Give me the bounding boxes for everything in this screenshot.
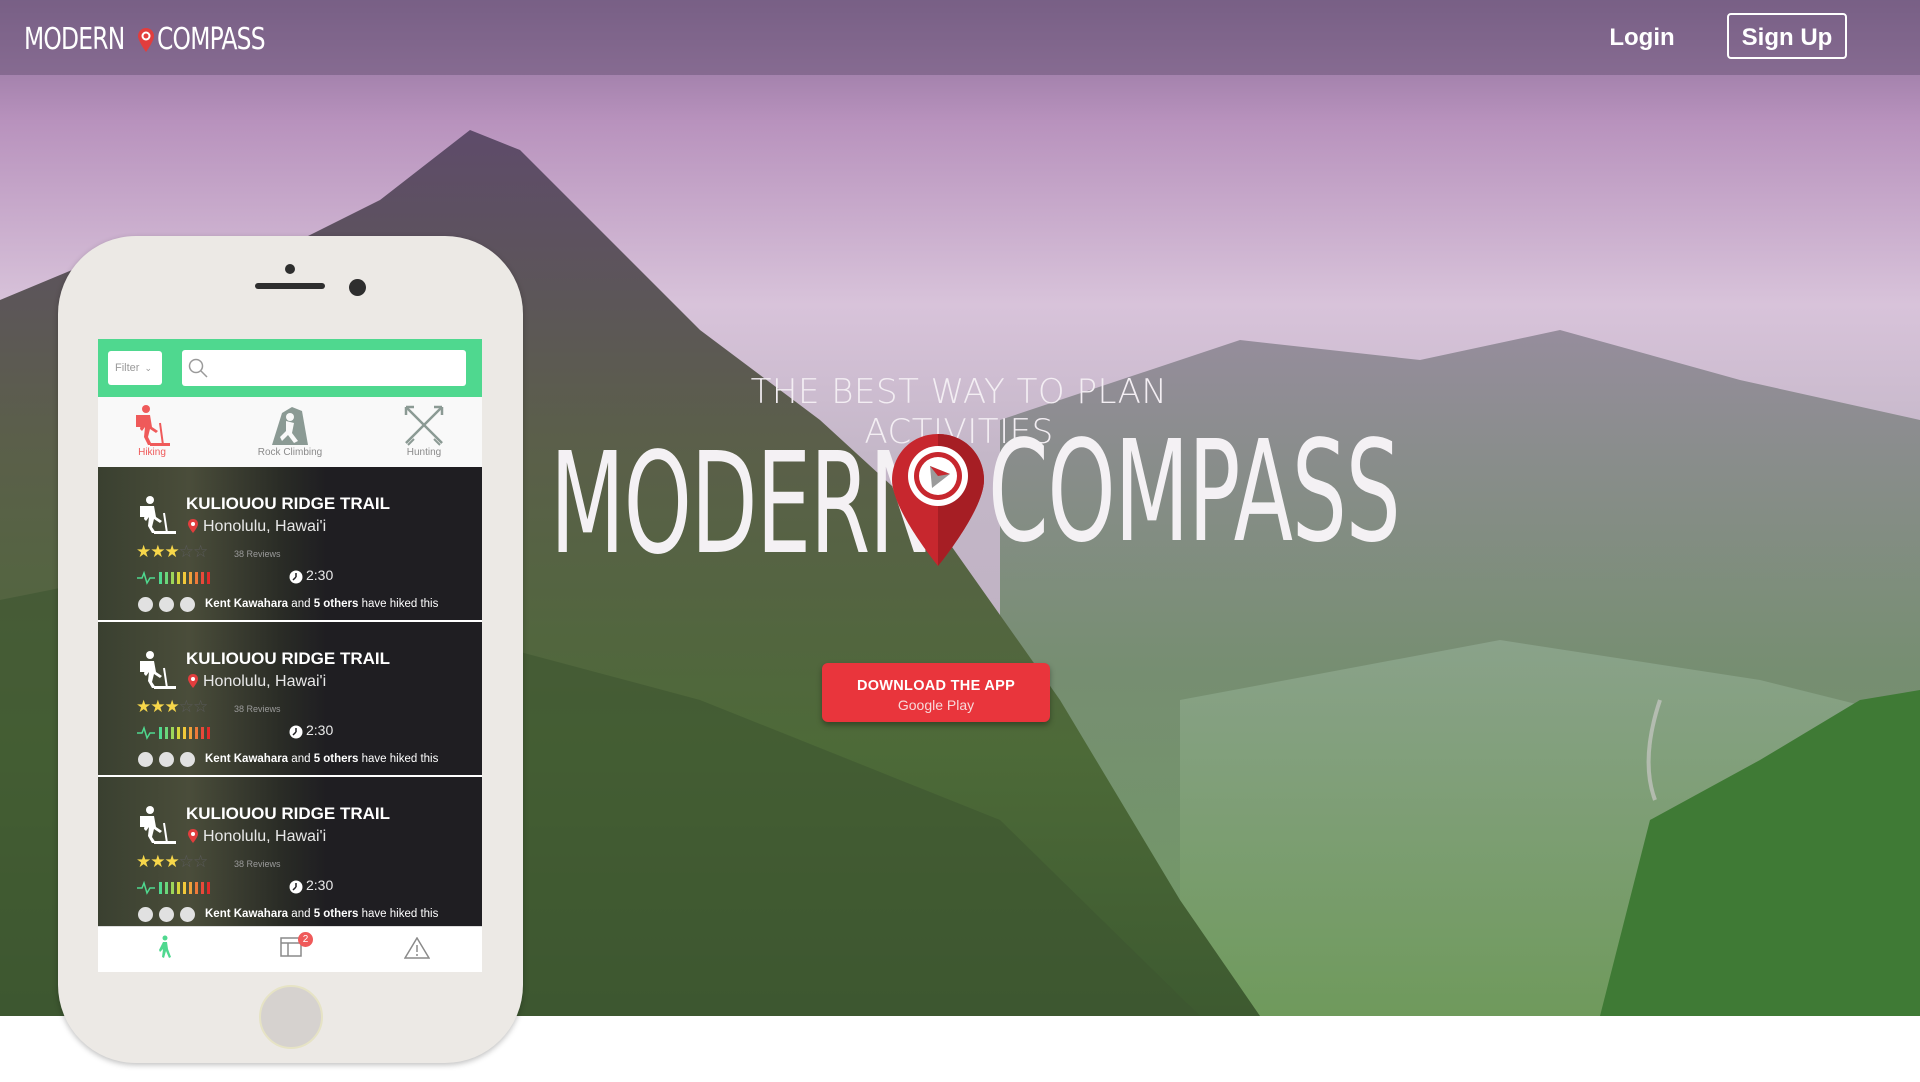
trail-card[interactable]: KULIOUOU RIDGE TRAIL Honolulu, Hawai'i ★… [98,622,482,775]
app-search-bar: Filter ⌄ [98,339,482,397]
social-proof: Kent Kawahara and 5 others have hiked th… [205,908,438,920]
clock-icon [289,570,303,584]
avatar [180,907,195,922]
star-rating: ★★★☆☆ [136,697,208,716]
category-rock-climbing[interactable]: Rock Climbing [230,403,350,458]
avatar [138,907,153,922]
trail-location: Honolulu, Hawai'i [203,518,327,535]
phone-mockup: Filter ⌄ Hiking Rock Climbing Hunting KU… [58,236,523,1063]
filter-label: Filter [115,362,140,374]
phone-home-button [259,985,323,1049]
search-icon [188,358,208,378]
climber-icon [272,407,308,445]
top-navigation-bar: MODERN COMPASS Login Sign Up [0,0,1920,75]
star-rating: ★★★☆☆ [136,852,208,871]
difficulty-meter [137,881,210,895]
category-hiking[interactable]: Hiking [98,403,212,458]
trail-duration: 2:30 [306,877,334,893]
trail-duration: 2:30 [306,722,334,738]
social-and: and [291,753,311,765]
filter-dropdown[interactable]: Filter ⌄ [108,351,162,385]
chevron-down-icon: ⌄ [144,363,153,373]
phone-screen: Filter ⌄ Hiking Rock Climbing Hunting KU… [98,339,482,972]
hiker-icon [140,496,176,534]
category-hunting-label: Hunting [406,447,442,458]
trail-name: KULIOUOU RIDGE TRAIL [186,804,390,823]
phone-camera [349,279,366,296]
header-logo[interactable]: MODERN COMPASS [24,22,295,57]
review-count: 38 Reviews [234,704,281,714]
social-proof: Kent Kawahara and 5 others have hiked th… [205,598,438,610]
location-pin-icon [188,829,198,843]
category-rock-climbing-label: Rock Climbing [257,447,323,458]
trail-location: Honolulu, Hawai'i [203,673,327,690]
social-proof: Kent Kawahara and 5 others have hiked th… [205,753,438,765]
download-app-button[interactable]: DOWNLOAD THE APP Google Play [822,663,1050,722]
crossed-arrows-icon [404,405,444,446]
category-tabs: Hiking Rock Climbing Hunting [98,397,482,467]
social-name: Kent Kawahara [205,753,289,765]
avatar [159,752,174,767]
review-count: 38 Reviews [234,549,281,559]
avatar [180,752,195,767]
hero-title-modern: MODERN [550,423,934,586]
social-others: 5 others [313,753,359,765]
app-bottom-tabbar: 2 [98,926,482,972]
google-play-label: Google Play [897,697,975,713]
avatar [180,597,195,612]
difficulty-meter [137,726,210,740]
trail-name: KULIOUOU RIDGE TRAIL [186,494,390,513]
phone-sensor [285,264,295,274]
social-and: and [291,908,311,920]
avatar [138,752,153,767]
app-search-input[interactable] [182,350,466,386]
trail-name: KULIOUOU RIDGE TRAIL [186,649,390,668]
social-tail: have hiked this [361,753,439,765]
social-tail: have hiked this [361,598,439,610]
social-others: 5 others [313,908,359,920]
star-rating: ★★★☆☆ [136,542,208,561]
login-link[interactable]: Login [1600,20,1684,56]
trail-location: Honolulu, Hawai'i [203,828,327,845]
notification-badge: 2 [298,932,313,947]
avatar [159,597,174,612]
phone-speaker [255,283,325,289]
category-hiking-label: Hiking [138,447,166,458]
social-name: Kent Kawahara [205,598,289,610]
download-app-label: DOWNLOAD THE APP [856,678,1016,694]
compass-pin-icon [137,27,154,52]
trail-duration: 2:30 [306,567,334,583]
social-and: and [291,598,311,610]
hiker-icon [140,806,176,844]
avatar [159,907,174,922]
signup-button[interactable]: Sign Up [1727,13,1847,59]
review-count: 38 Reviews [234,859,281,869]
compass-logo-icon [892,434,984,566]
social-tail: have hiked this [361,908,439,920]
warning-icon[interactable] [404,937,430,959]
trail-card[interactable]: KULIOUOU RIDGE TRAIL Honolulu, Hawai'i ★… [98,467,482,620]
social-name: Kent Kawahara [205,908,289,920]
logo-text-compass: COMPASS [156,22,266,57]
trail-card[interactable]: KULIOUOU RIDGE TRAIL Honolulu, Hawai'i ★… [98,777,482,930]
clock-icon [289,725,303,739]
logo-text-modern: MODERN [24,22,125,57]
hiker-icon [136,405,170,446]
social-others: 5 others [313,598,359,610]
difficulty-meter [137,571,210,585]
avatar [138,597,153,612]
hero-title-compass: COMPASS [988,411,1401,574]
location-pin-icon [188,519,198,533]
hiker-icon [140,651,176,689]
clock-icon [289,880,303,894]
category-hunting[interactable]: Hunting [364,403,482,458]
location-pin-icon [188,674,198,688]
walker-icon[interactable] [156,935,174,959]
